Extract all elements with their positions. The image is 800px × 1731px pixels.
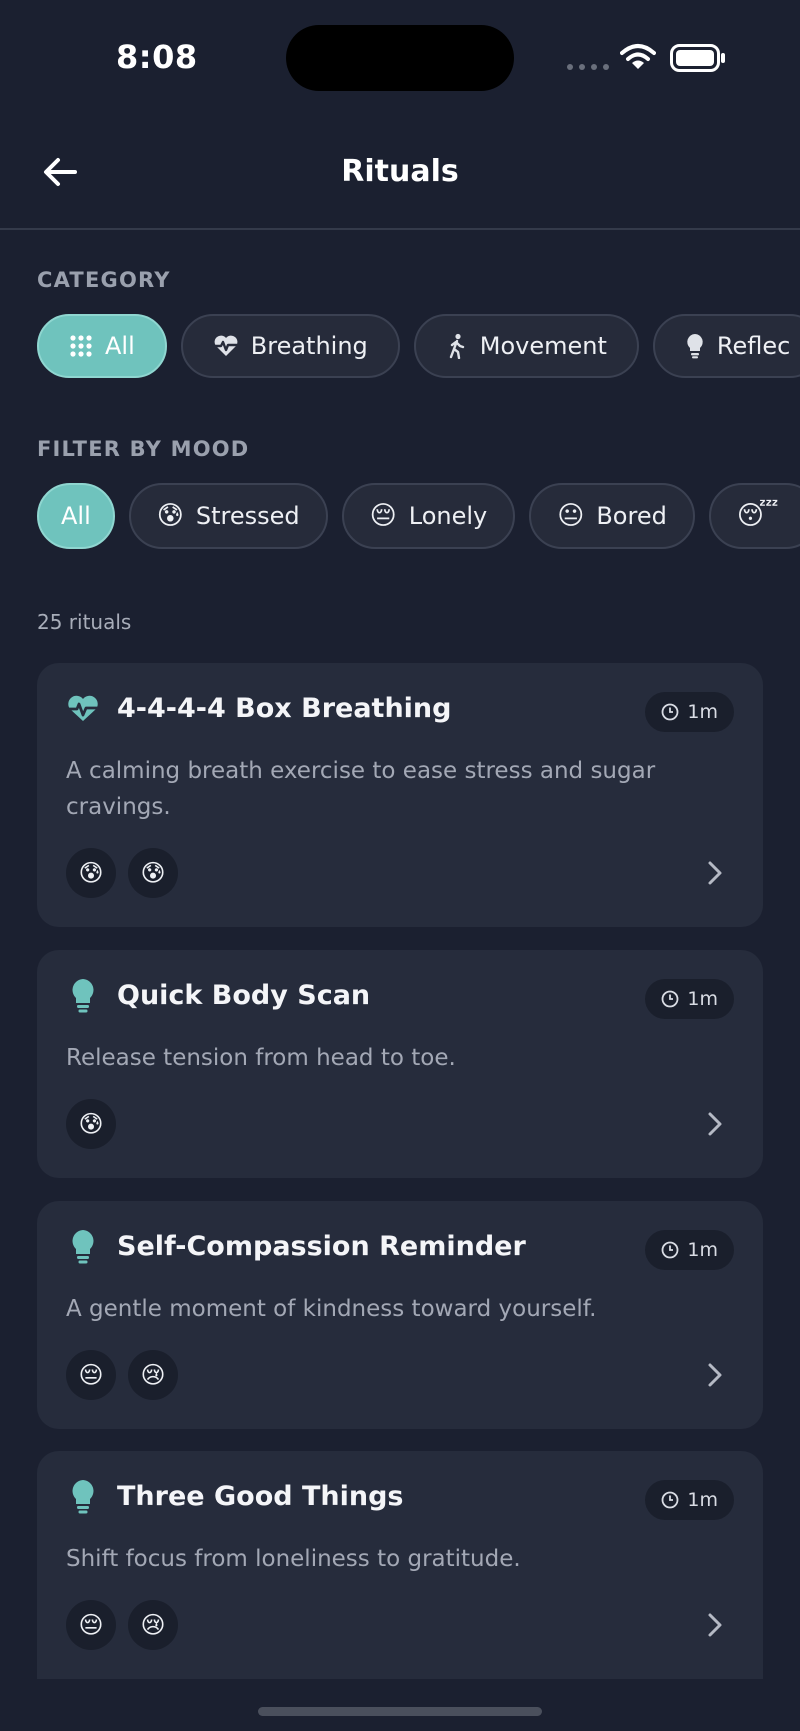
chevron-right-icon: [703, 861, 727, 885]
status-bar: 8:08: [0, 0, 800, 110]
mood-chip-row: All 😰 Stressed 😔 Lonely 😐 Bored 😴: [37, 483, 800, 549]
cellular-signal-icon: [567, 64, 609, 70]
duration-text: 1m: [687, 988, 718, 1010]
wifi-icon: [620, 44, 656, 69]
results-count: 25 rituals: [37, 610, 132, 634]
page-title: Rituals: [341, 154, 459, 189]
walking-icon: [446, 333, 468, 359]
sleeping-face-icon: 😴: [736, 501, 779, 531]
mood-chip-stressed[interactable]: 😰 Stressed: [128, 483, 328, 549]
ritual-title: Quick Body Scan: [117, 980, 371, 1011]
heart-pulse-icon: [213, 334, 239, 358]
mood-chip-label: Lonely: [408, 502, 488, 530]
category-chip-label: Breathing: [250, 332, 368, 360]
category-chip-all[interactable]: All: [37, 314, 167, 378]
mood-tag-sad: 😢: [128, 1600, 178, 1650]
lightbulb-icon: [65, 1479, 101, 1515]
mood-tag-stressed: 😰: [128, 848, 178, 898]
home-indicator[interactable]: [258, 1707, 542, 1716]
ritual-card[interactable]: Quick Body Scan 1m Release tension from …: [37, 950, 763, 1178]
category-chip-label: All: [105, 332, 135, 360]
pensive-face-icon: 😔: [369, 501, 397, 531]
category-chip-row: All Breathing Movement Reflec: [37, 314, 800, 378]
chevron-right-icon: [703, 1613, 727, 1637]
chevron-right-icon: [703, 1363, 727, 1387]
app-header: Rituals: [0, 110, 800, 230]
clock-icon: [661, 990, 679, 1008]
dynamic-island: [286, 25, 514, 91]
category-chip-movement[interactable]: Movement: [413, 314, 639, 378]
lightbulb-icon: [65, 978, 101, 1014]
neutral-face-icon: 😐: [557, 501, 585, 531]
mood-chip-label: All: [61, 502, 91, 530]
ritual-title: Self-Compassion Reminder: [117, 1231, 526, 1262]
ritual-title: Three Good Things: [117, 1481, 404, 1512]
ritual-title: 4-4-4-4 Box Breathing: [117, 693, 452, 724]
mood-tags: 😰: [66, 1099, 116, 1149]
duration-badge: 1m: [645, 692, 734, 732]
ritual-description: A calming breath exercise to ease stress…: [66, 758, 656, 820]
mood-tags: 😰 😰: [66, 848, 178, 898]
duration-badge: 1m: [645, 1230, 734, 1270]
ritual-description: A gentle moment of kindness toward yours…: [66, 1296, 597, 1322]
chevron-right-icon: [703, 1112, 727, 1136]
ritual-card[interactable]: 4-4-4-4 Box Breathing 1m A calming breat…: [37, 663, 763, 927]
category-chip-label: Movement: [479, 332, 607, 360]
mood-chip-label: Stressed: [195, 502, 300, 530]
lightbulb-icon: [685, 333, 705, 359]
mood-chip-lonely[interactable]: 😔 Lonely: [341, 483, 516, 549]
ritual-description: Shift focus from loneliness to gratitude…: [66, 1546, 521, 1572]
mood-chip-bored[interactable]: 😐 Bored: [529, 483, 695, 549]
ritual-description: Release tension from head to toe.: [66, 1045, 456, 1071]
clock-icon: [661, 1241, 679, 1259]
duration-text: 1m: [687, 1489, 718, 1511]
clock-icon: [661, 1491, 679, 1509]
mood-tag-sad: 😢: [128, 1350, 178, 1400]
mood-tag-lonely: 😔: [66, 1600, 116, 1650]
mood-tags: 😔 😢: [66, 1350, 178, 1400]
duration-text: 1m: [687, 701, 718, 723]
mood-tag-stressed: 😰: [66, 1099, 116, 1149]
duration-text: 1m: [687, 1239, 718, 1261]
category-label: CATEGORY: [37, 268, 171, 292]
grid-icon: [69, 334, 93, 358]
mood-chip-all[interactable]: All: [37, 483, 115, 549]
mood-tag-stressed: 😰: [66, 848, 116, 898]
ritual-card[interactable]: Three Good Things 1m Shift focus from lo…: [37, 1451, 763, 1679]
lightbulb-icon: [65, 1229, 101, 1265]
ritual-card[interactable]: Self-Compassion Reminder 1m A gentle mom…: [37, 1201, 763, 1429]
mood-tag-lonely: 😔: [66, 1350, 116, 1400]
mood-tags: 😔 😢: [66, 1600, 178, 1650]
category-chip-reflection[interactable]: Reflec: [652, 314, 800, 378]
category-chip-label: Reflec: [716, 332, 791, 360]
duration-badge: 1m: [645, 1480, 734, 1520]
battery-icon: [670, 44, 725, 72]
mood-filter-label: FILTER BY MOOD: [37, 437, 250, 461]
category-chip-breathing[interactable]: Breathing: [180, 314, 400, 378]
mood-chip-label: Bored: [596, 502, 667, 530]
duration-badge: 1m: [645, 979, 734, 1019]
status-time: 8:08: [116, 38, 198, 76]
clock-icon: [661, 703, 679, 721]
heart-pulse-icon: [65, 691, 101, 727]
mood-chip-tired[interactable]: 😴: [708, 483, 800, 549]
anxious-face-icon: 😰: [156, 501, 184, 531]
